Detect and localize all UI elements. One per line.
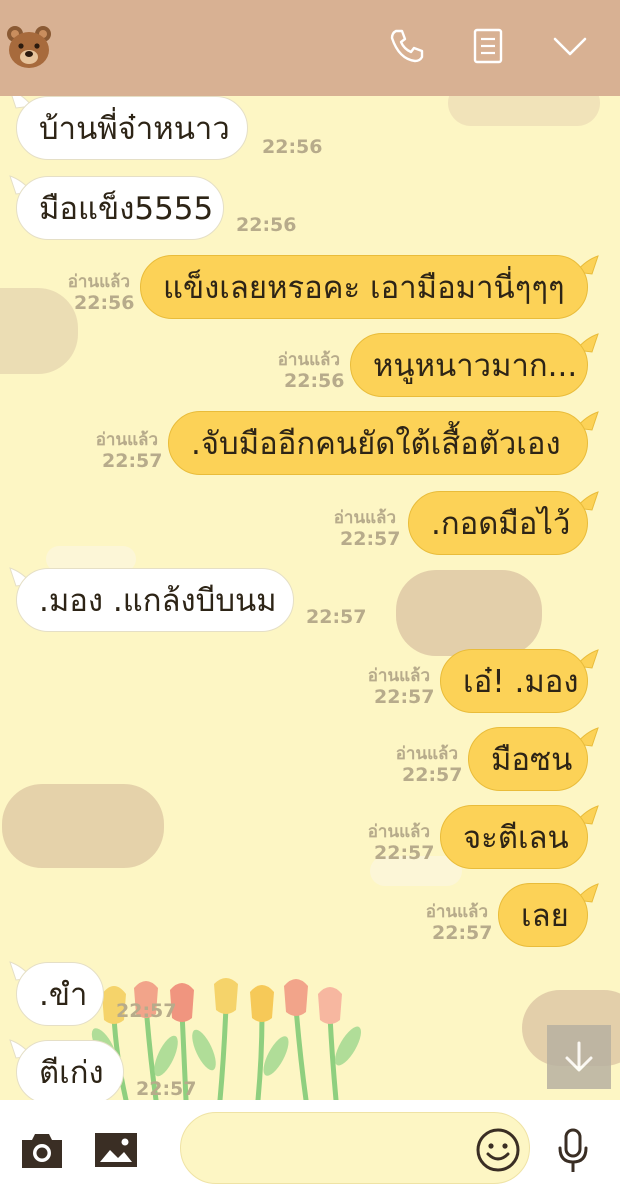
message-time: 22:57 (102, 450, 163, 472)
message-bubble[interactable]: แข็งเลยหรอคะ เอามือมานี่ๆๆๆ (140, 255, 588, 319)
message-time: 22:57 (432, 922, 493, 944)
background-decoration (448, 96, 600, 126)
message-bubble[interactable]: เลย (498, 883, 588, 947)
message-time: 22:56 (74, 292, 135, 314)
arrow-down-icon (565, 1041, 593, 1072)
message-bubble[interactable]: จะตีเลน (440, 805, 588, 869)
read-receipt: อ่านแล้ว (425, 902, 488, 922)
message-time: 22:57 (402, 764, 463, 786)
message-time: 22:56 (284, 370, 345, 392)
message-time: 22:57 (374, 686, 435, 708)
message-time: 22:56 (236, 214, 297, 236)
read-receipt: อ่านแล้ว (395, 744, 458, 764)
read-receipt: อ่านแล้ว (67, 272, 130, 292)
read-receipt: อ่านแล้ว (367, 666, 430, 686)
message-bubble[interactable]: มือแข็ง5555 (16, 176, 224, 240)
message-bubble[interactable]: เอ๋! .มอง (440, 649, 588, 713)
smiley-icon[interactable] (474, 1126, 522, 1174)
read-receipt: อ่านแล้ว (277, 350, 340, 370)
read-receipt: อ่านแล้ว (333, 508, 396, 528)
read-receipt: อ่านแล้ว (367, 822, 430, 842)
message-time: 22:57 (340, 528, 401, 550)
camera-icon[interactable] (20, 1130, 64, 1170)
chat-header (0, 0, 620, 96)
microphone-icon[interactable] (556, 1128, 590, 1174)
message-bubble[interactable]: .กอดมือไว้ (408, 491, 588, 555)
message-bubble[interactable]: มือซน (468, 727, 588, 791)
message-bubble[interactable]: .ขำ (16, 962, 104, 1026)
tulip-illustration (91, 978, 361, 1100)
message-time: 22:57 (306, 606, 367, 628)
message-bubble[interactable]: ตีเก่ง (16, 1040, 124, 1100)
message-time: 22:57 (116, 1000, 177, 1022)
message-time: 22:57 (374, 842, 435, 864)
message-bubble[interactable]: .มอง .แกล้งบีบนม (16, 568, 294, 632)
read-receipt: อ่านแล้ว (95, 430, 158, 450)
background-decoration (0, 288, 78, 374)
message-bubble[interactable]: .จับมืออีกคนยัดใต้เสื้อตัวเอง (168, 411, 588, 475)
message-input-bar (0, 1100, 620, 1200)
scroll-to-bottom-button[interactable] (547, 1025, 611, 1089)
message-bubble[interactable]: หนูหนาวมาก... (350, 333, 588, 397)
message-time: 22:56 (262, 136, 323, 158)
bear-face-icon[interactable] (6, 24, 52, 70)
message-bubble[interactable]: บ้านพี่จ๋าหนาว (16, 96, 248, 160)
background-decoration (2, 784, 164, 868)
background-decoration (396, 570, 542, 656)
image-icon[interactable] (94, 1130, 138, 1170)
chat-messages-area[interactable]: บ้านพี่จ๋าหนาว 22:56 มือแข็ง5555 22:56 อ… (0, 96, 620, 1100)
message-time: 22:57 (136, 1078, 197, 1100)
chevron-down-icon[interactable] (550, 26, 590, 66)
note-icon[interactable] (468, 26, 508, 66)
phone-icon[interactable] (387, 26, 427, 66)
